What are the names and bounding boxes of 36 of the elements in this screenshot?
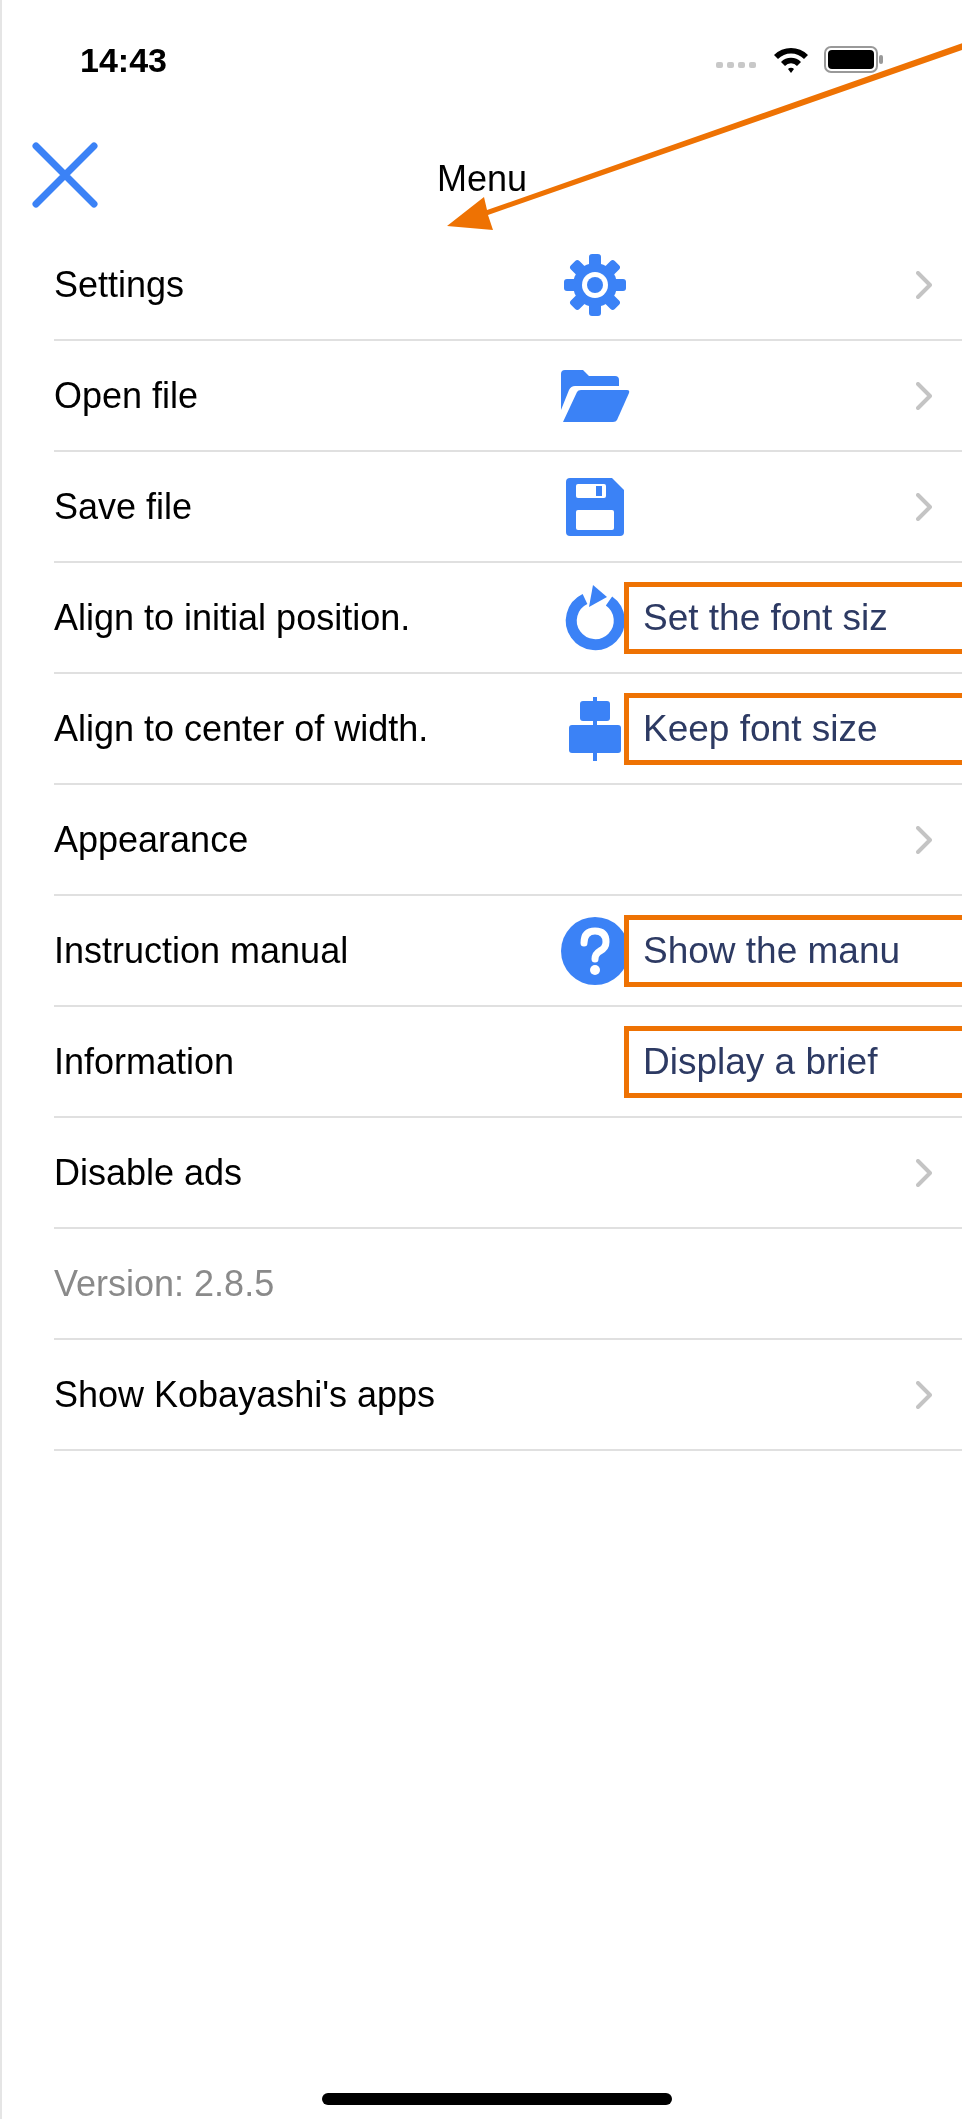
menu-item-label: Open file	[54, 373, 199, 418]
annotation-callout: Show the manu	[624, 914, 962, 987]
menu-item-label: Align to initial position.	[54, 595, 411, 640]
menu-item[interactable]: Open file	[54, 341, 962, 452]
rotate-icon	[563, 582, 627, 653]
folder-icon	[559, 367, 631, 424]
wifi-icon	[772, 45, 810, 75]
menu-item[interactable]: Settings	[54, 230, 962, 341]
menu-item[interactable]: Align to initial position. Set the font siz	[54, 563, 962, 674]
status-time: 14:43	[80, 39, 167, 81]
annotation-callout: Set the font siz	[624, 581, 962, 654]
menu-item-label: Align to center of width.	[54, 706, 429, 751]
menu-item-label: Appearance	[54, 817, 249, 862]
battery-icon	[824, 45, 884, 75]
save-icon	[564, 475, 626, 538]
close-button[interactable]	[32, 142, 98, 208]
annotation-callout: Display a brief	[624, 1025, 962, 1098]
menu-item[interactable]: Show Kobayashi's apps	[54, 1340, 962, 1451]
menu-item-label: Settings	[54, 262, 185, 307]
menu-item-label: Information	[54, 1039, 235, 1084]
annotation-callout: Keep font size	[624, 692, 962, 765]
align-center-icon	[567, 696, 623, 761]
menu-item[interactable]: Save file	[54, 452, 962, 563]
menu-item-label: Save file	[54, 484, 193, 529]
menu-item[interactable]: Information Display a brief	[54, 1007, 962, 1118]
menu-item[interactable]: Align to center of width. Keep font size	[54, 674, 962, 785]
signal-icon	[716, 60, 756, 70]
menu-item-label: Version: 2.8.5	[54, 1261, 275, 1306]
menu-item-label: Show Kobayashi's apps	[54, 1372, 436, 1417]
close-icon	[32, 142, 98, 208]
menu-item[interactable]: Instruction manual Show the manu	[54, 896, 962, 1007]
menu-item[interactable]: Appearance	[54, 785, 962, 896]
menu-item-label: Disable ads	[54, 1150, 243, 1195]
menu-item[interactable]: Disable ads	[54, 1118, 962, 1229]
nav-title: Menu	[436, 157, 528, 201]
menu-item-label: Instruction manual	[54, 928, 349, 973]
